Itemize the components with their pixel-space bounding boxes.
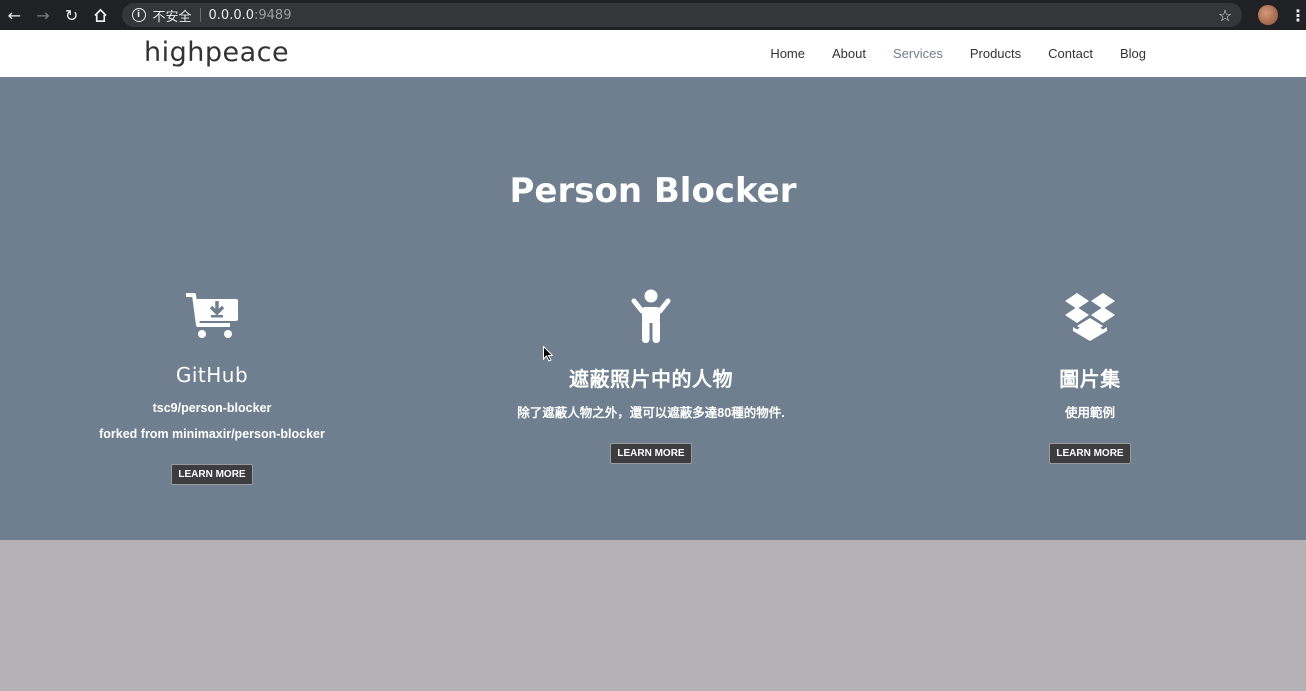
service-title: 圖片集 xyxy=(1059,367,1121,391)
site-header: highpeace Home About Services Products C… xyxy=(0,30,1306,77)
service-card-person: 遮蔽照片中的人物 除了遮蔽人物之外，還可以遮蔽多達80種的物件. LEARN M… xyxy=(501,289,801,464)
nav-home[interactable]: Home xyxy=(770,46,805,61)
service-title: GitHub xyxy=(175,363,249,387)
service-line: forked from minimaxir/person-blocker xyxy=(99,427,325,441)
star-icon[interactable]: ☆ xyxy=(1218,6,1232,25)
service-card-gallery: 圖片集 使用範例 LEARN MORE xyxy=(940,289,1240,464)
info-icon[interactable]: i xyxy=(131,8,146,22)
nav-contact[interactable]: Contact xyxy=(1048,46,1093,61)
learn-more-button[interactable]: LEARN MORE xyxy=(171,464,253,485)
site-logo[interactable]: highpeace xyxy=(144,37,289,68)
menu-icon[interactable]: ⋮ xyxy=(1290,6,1306,25)
service-line: 除了遮蔽人物之外，還可以遮蔽多達80種的物件. xyxy=(517,406,785,420)
back-icon[interactable]: ← xyxy=(0,0,29,30)
forward-icon[interactable]: → xyxy=(29,0,58,30)
learn-more-button[interactable]: LEARN MORE xyxy=(1049,443,1131,464)
cart-download-icon xyxy=(62,289,362,343)
main-nav: Home About Services Products Contact Blo… xyxy=(770,30,1146,77)
nav-about[interactable]: About xyxy=(832,46,866,61)
services-section: Person Blocker GitHub tsc9/person-blocke… xyxy=(0,77,1306,540)
avatar[interactable] xyxy=(1258,5,1278,25)
nav-blog[interactable]: Blog xyxy=(1120,46,1146,61)
url-host: 0.0.0.0 xyxy=(208,7,254,23)
service-title: 遮蔽照片中的人物 xyxy=(569,367,733,391)
person-icon xyxy=(501,289,801,343)
mouse-cursor-icon xyxy=(543,346,553,362)
service-line: tsc9/person-blocker xyxy=(152,401,272,415)
nav-products[interactable]: Products xyxy=(970,46,1021,61)
service-line: 使用範例 xyxy=(1064,406,1115,420)
url-port: :9489 xyxy=(254,7,292,23)
service-card-github: GitHub tsc9/person-blocker forked from m… xyxy=(62,289,362,485)
learn-more-button[interactable]: LEARN MORE xyxy=(610,443,692,464)
security-label: 不安全 xyxy=(152,9,192,25)
nav-services[interactable]: Services xyxy=(893,46,943,61)
footer-area xyxy=(0,540,1306,691)
browser-toolbar: ← → ↻ i 不安全 0.0.0.0:9489 ☆ ⋮ xyxy=(0,0,1306,30)
section-title: Person Blocker xyxy=(509,171,797,211)
address-bar[interactable]: i 不安全 0.0.0.0:9489 ☆ xyxy=(121,3,1243,27)
dropbox-icon xyxy=(940,289,1240,343)
reload-icon[interactable]: ↻ xyxy=(57,0,86,30)
home-icon[interactable] xyxy=(86,0,115,30)
address-separator xyxy=(199,8,201,22)
